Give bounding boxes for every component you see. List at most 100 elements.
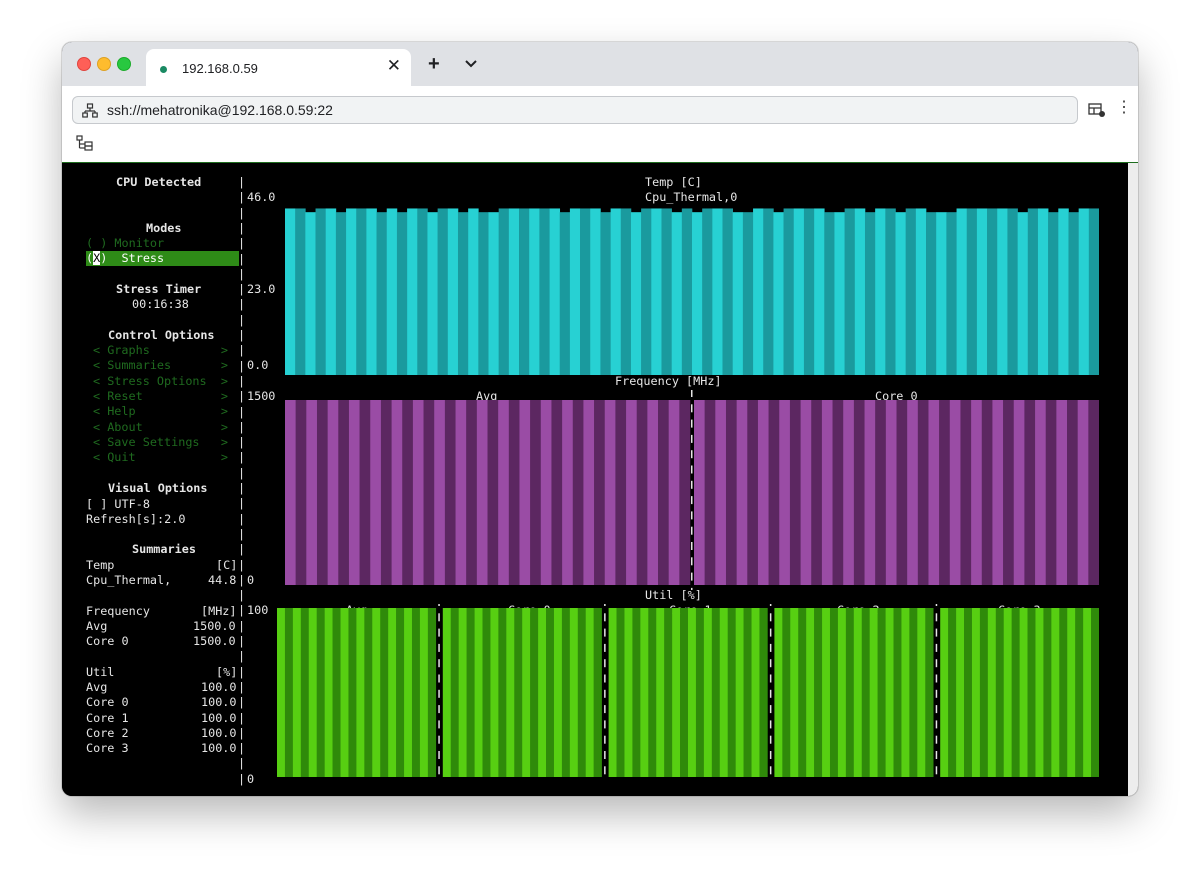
minimize-window-button[interactable] <box>97 57 111 71</box>
freq-bar <box>562 400 574 585</box>
util-bar <box>917 608 926 777</box>
summary-util-row-name: Core 2 <box>86 725 129 740</box>
util-bar <box>332 608 341 777</box>
util-bar <box>411 608 421 777</box>
divider-pipe: | <box>238 526 246 541</box>
util-bar <box>632 608 641 777</box>
control-option-0[interactable]: < Graphs > <box>93 343 228 358</box>
tab-active[interactable]: 192.168.0.59 ✕ <box>146 49 411 86</box>
scrollbar[interactable] <box>1128 163 1138 796</box>
util-bar <box>695 608 705 777</box>
terminal[interactable]: CPU Detected Modes ( ) Monitor (X) Stres… <box>62 163 1128 796</box>
freq-bar <box>679 400 691 585</box>
util-separator <box>604 613 606 622</box>
temp-axis-top: 46.0 <box>247 190 276 204</box>
temp-bar <box>844 208 856 375</box>
util-separator <box>769 689 772 698</box>
freq-bar <box>658 400 669 585</box>
util-bar <box>458 608 467 777</box>
freq-bar <box>1056 400 1068 585</box>
mode-monitor-radio[interactable]: ( ) Monitor <box>86 236 164 251</box>
maximize-window-button[interactable] <box>117 57 131 71</box>
freq-bar <box>896 400 908 585</box>
util-separator <box>438 604 440 606</box>
util-bar <box>979 608 989 777</box>
summary-util-row-value: 100.0 <box>201 680 237 694</box>
util-bar <box>956 608 965 777</box>
temp-bar <box>722 208 733 375</box>
control-option-6[interactable]: < Save Settings > <box>93 435 228 450</box>
freq-bar <box>747 400 759 585</box>
util-separator <box>604 705 606 714</box>
temp-bar <box>803 208 815 375</box>
close-window-button[interactable] <box>77 57 91 71</box>
freq-bar <box>789 400 801 585</box>
temp-bar <box>966 208 978 375</box>
control-option-5[interactable]: < About > <box>93 420 228 435</box>
temp-bar <box>488 212 499 375</box>
split-view-icon[interactable] <box>1088 102 1106 123</box>
util-bar <box>861 608 870 777</box>
control-option-3[interactable]: < Reset > <box>93 389 228 404</box>
util-separator <box>769 628 772 637</box>
divider-pipe: | <box>238 481 246 495</box>
freq-bar <box>917 400 929 585</box>
temp-bar <box>793 208 805 375</box>
util-separator <box>604 751 606 759</box>
freq-bar <box>572 400 584 585</box>
util-bar <box>711 608 721 777</box>
control-option-4[interactable]: < Help > <box>93 404 228 419</box>
divider-pipe: | <box>238 588 246 603</box>
util-bar <box>1003 608 1012 777</box>
control-option-1[interactable]: < Summaries > <box>93 358 228 373</box>
util-separator <box>769 735 772 744</box>
util-bar <box>948 608 957 777</box>
util-separator <box>935 643 938 652</box>
temp-bar <box>956 208 968 375</box>
util-bar <box>1011 608 1020 777</box>
divider-pipe: | <box>238 664 246 679</box>
util-separator <box>769 613 772 622</box>
summary-util-row-name: Core 0 <box>86 695 129 710</box>
more-vert-icon[interactable]: ⋮ <box>1116 100 1132 116</box>
temp-bar <box>824 212 835 375</box>
util-bar <box>774 608 783 777</box>
temp-bar <box>692 212 703 375</box>
divider-pipe: | <box>238 419 246 434</box>
chevron-down-icon[interactable] <box>464 56 478 74</box>
control-option-2[interactable]: < Stress Options > <box>93 374 228 389</box>
freq-bar <box>694 400 705 585</box>
util-bar <box>466 608 475 777</box>
util-bar <box>506 608 515 777</box>
control-option-7[interactable]: < Quit > <box>93 450 228 465</box>
tree-view-icon[interactable] <box>76 135 94 156</box>
close-icon[interactable]: ✕ <box>387 57 401 75</box>
plus-icon[interactable]: + <box>428 54 440 74</box>
util-bar <box>1067 608 1076 777</box>
util-bar <box>845 608 855 777</box>
util-bar <box>877 608 886 777</box>
util-bar <box>585 608 594 777</box>
address-bar[interactable]: ssh://mehatronika@192.168.0.59:22 <box>72 96 1078 124</box>
mode-stress-radio[interactable]: (X) Stress <box>86 251 239 266</box>
temp-bar <box>854 208 866 375</box>
divider-pipe: | <box>238 465 246 480</box>
temp-bar <box>742 212 754 375</box>
util-bar <box>450 608 459 777</box>
freq-bar <box>715 400 727 585</box>
refresh-setting[interactable]: Refresh[s]:2.0 <box>86 512 185 527</box>
util-separator <box>935 613 938 622</box>
util-separator <box>438 705 440 714</box>
freq-bar <box>907 400 919 585</box>
util-axis-bottom: 0 <box>247 772 255 786</box>
temp-bar <box>1068 212 1079 375</box>
temp-bar <box>661 208 672 375</box>
util-bar <box>703 608 713 777</box>
util-bar <box>419 608 429 777</box>
utf8-checkbox[interactable]: [ ] UTF-8 <box>86 497 150 512</box>
util-bar <box>925 608 934 777</box>
util-bar <box>300 608 310 777</box>
temp-bar <box>285 208 296 375</box>
temp-axis-bottom: 0.0 <box>247 358 269 372</box>
util-separator <box>438 643 440 652</box>
